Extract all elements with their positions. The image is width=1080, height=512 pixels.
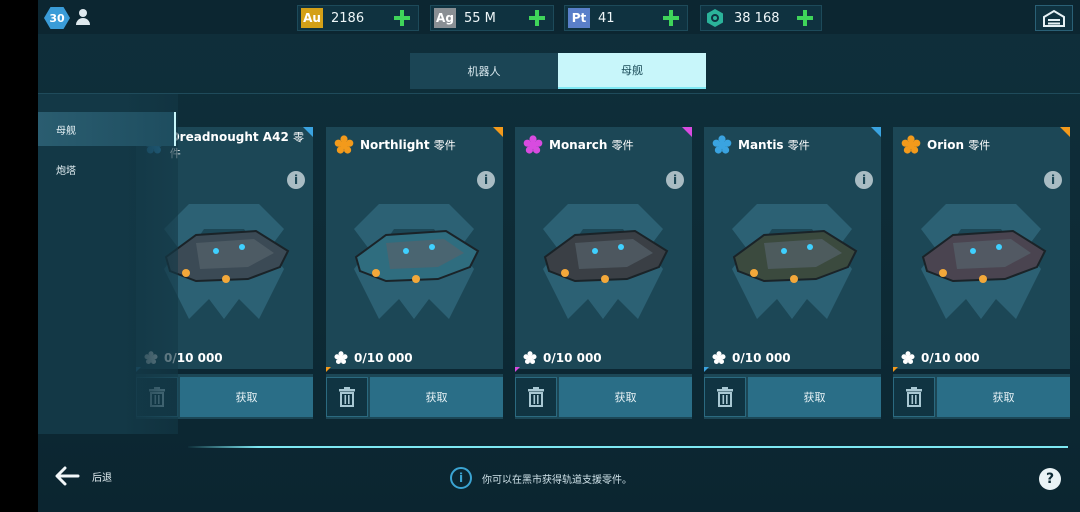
trash-icon [906,387,922,407]
rarity-corner [493,127,503,137]
key-icon [704,8,726,28]
keys-value: 38 168 [734,10,780,26]
silver-icon: Ag [434,8,456,28]
scroll-indicator [188,446,1068,448]
screen-edge [0,0,38,512]
tab-motherships[interactable]: 母舰 [558,53,706,89]
platinum-icon: Pt [568,8,590,28]
ship-image [354,229,480,283]
acquire-button[interactable]: 获取 [748,377,881,417]
side-item-motherships[interactable]: 母舰 [38,112,176,146]
silver-value: 55 M [464,10,496,26]
gold-icon: Au [301,8,323,28]
info-icon[interactable]: i [666,171,684,189]
info-icon[interactable]: i [477,171,495,189]
resource-silver: Ag 55 M [430,5,554,31]
ship-name: Mantis 零件 [738,138,810,152]
level-value: 30 [44,7,70,29]
profile-icon [74,8,92,28]
part-icon [712,351,726,365]
ship-card[interactable]: Mantis 零件 i 0/10 000 获取 [704,127,881,419]
ship-image [543,229,669,283]
trash-icon [339,387,355,407]
back-label: 后退 [92,472,112,484]
info-icon[interactable]: i [287,171,305,189]
help-button[interactable]: ? [1039,468,1061,490]
info-icon[interactable]: i [855,171,873,189]
delete-button[interactable] [704,377,746,417]
resource-bar: 30 Au 2186 Ag 55 M Pt 41 38 168 [38,0,1080,34]
part-icon [334,351,348,365]
ship-card[interactable]: Orion 零件 i 0/10 000 获取 [893,127,1070,419]
ship-name: Monarch 零件 [549,138,634,152]
hangar-button[interactable] [1035,5,1073,31]
trash-icon [528,387,544,407]
progress-bar [893,367,1070,374]
hint-message: i 你可以在黑市获得轨道支援零件。 [450,467,632,489]
add-gold-button[interactable] [392,8,412,28]
platinum-value: 41 [598,10,615,26]
rarity-corner [303,127,313,137]
hint-text: 你可以在黑市获得轨道支援零件。 [482,474,632,486]
rarity-corner [682,127,692,137]
trash-icon [717,387,733,407]
acquire-button[interactable]: 获取 [559,377,692,417]
info-icon[interactable]: i [1044,171,1062,189]
card-header: Orion 零件 [893,127,1070,163]
player-level-badge[interactable]: 30 [44,6,100,30]
rarity-corner [871,127,881,137]
acquire-button[interactable]: 获取 [180,377,313,417]
progress-bar [515,367,692,374]
ship-card[interactable]: Monarch 零件 i 0/10 000 获取 [515,127,692,419]
hangar-icon [1043,9,1065,27]
add-silver-button[interactable] [527,8,547,28]
side-menu: 母舰 炮塔 [38,94,178,434]
info-icon: i [450,467,472,489]
ship-card[interactable]: Northlight 零件 i 0/10 000 获取 [326,127,503,419]
parts-progress: 0/10 000 [712,351,791,365]
ship-name: Dreadnought A42 零件 [169,130,304,160]
add-platinum-button[interactable] [661,8,681,28]
card-header: Northlight 零件 [326,127,503,163]
card-header: Mantis 零件 [704,127,881,163]
ship-image [921,229,1047,283]
part-icon [334,135,354,154]
part-icon [523,135,543,154]
tab-robots[interactable]: 机器人 [410,53,558,89]
part-icon [523,351,537,365]
divider [38,93,1080,94]
arrow-left-icon [55,466,80,486]
parts-progress: 0/10 000 [901,351,980,365]
rarity-corner [1060,127,1070,137]
category-tabs: 机器人 母舰 [410,53,706,91]
acquire-button[interactable]: 获取 [370,377,503,417]
acquire-button[interactable]: 获取 [937,377,1070,417]
ship-name: Northlight 零件 [360,138,456,152]
part-icon [901,135,921,154]
back-button[interactable]: 后退 [54,466,112,486]
resource-platinum: Pt 41 [564,5,688,31]
progress-bar [704,367,881,374]
game-screen: 30 Au 2186 Ag 55 M Pt 41 38 168 机器人 母舰 D… [38,0,1080,512]
resource-keys: 38 168 [700,5,822,31]
ship-image [732,229,858,283]
progress-bar [326,367,503,374]
ship-name: Orion 零件 [927,138,991,152]
add-keys-button[interactable] [795,8,815,28]
part-icon [901,351,915,365]
delete-button[interactable] [326,377,368,417]
side-item-turrets[interactable]: 炮塔 [38,152,174,186]
question-icon: ? [1045,471,1055,487]
resource-gold: Au 2186 [297,5,419,31]
card-header: Monarch 零件 [515,127,692,163]
gold-value: 2186 [331,10,365,26]
part-icon [712,135,732,154]
delete-button[interactable] [893,377,935,417]
parts-progress: 0/10 000 [334,351,413,365]
delete-button[interactable] [515,377,557,417]
parts-progress: 0/10 000 [523,351,602,365]
